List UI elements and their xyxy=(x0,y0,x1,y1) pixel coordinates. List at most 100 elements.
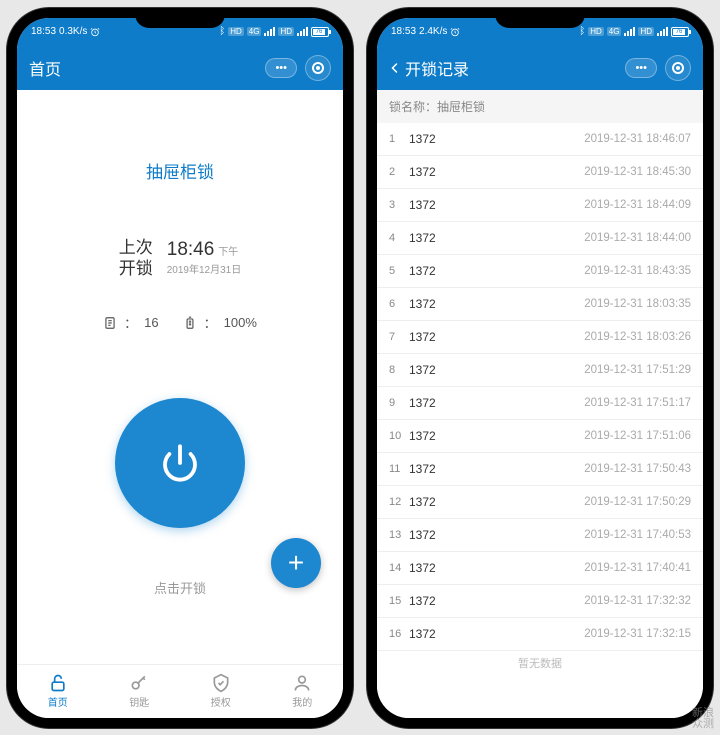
tab-home[interactable]: 首页 xyxy=(17,665,99,718)
record-id: 1372 xyxy=(409,396,584,410)
record-id: 1372 xyxy=(409,264,584,278)
record-id: 1372 xyxy=(409,462,584,476)
phone-left: 18:53 0.3K/s ᛒ HD 4G HD 76 首页 ••• 抽屉柜锁 xyxy=(7,8,353,728)
record-index: 8 xyxy=(389,364,409,376)
record-id: 1372 xyxy=(409,231,584,245)
tab-auth[interactable]: 授权 xyxy=(180,665,262,718)
record-index: 2 xyxy=(389,166,409,178)
record-row[interactable]: 913722019-12-31 17:51:17 xyxy=(377,387,703,420)
power-icon xyxy=(160,443,200,483)
record-time: 2019-12-31 18:44:09 xyxy=(584,199,691,211)
tab-profile[interactable]: 我的 xyxy=(262,665,344,718)
record-index: 16 xyxy=(389,628,409,640)
record-row[interactable]: 1013722019-12-31 17:51:06 xyxy=(377,420,703,453)
stat-records: ：16 xyxy=(103,313,158,332)
record-row[interactable]: 413722019-12-31 18:44:00 xyxy=(377,222,703,255)
bluetooth-icon: ᛒ xyxy=(579,26,585,37)
screen: 18:53 0.3K/s ᛒ HD 4G HD 76 首页 ••• 抽屉柜锁 xyxy=(17,18,343,718)
record-index: 14 xyxy=(389,562,409,574)
record-index: 1 xyxy=(389,133,409,145)
battery-icon: 76 xyxy=(311,27,329,37)
record-row[interactable]: 213722019-12-31 18:45:30 xyxy=(377,156,703,189)
record-row[interactable]: 713722019-12-31 18:03:26 xyxy=(377,321,703,354)
record-time: 2019-12-31 17:32:32 xyxy=(584,595,691,607)
lock-name[interactable]: 抽屉柜锁 xyxy=(17,158,343,183)
record-row[interactable]: 1113722019-12-31 17:50:43 xyxy=(377,453,703,486)
record-time: 2019-12-31 18:44:00 xyxy=(584,232,691,244)
tab-keys[interactable]: 钥匙 xyxy=(99,665,181,718)
hd-badge: HD xyxy=(228,27,244,36)
record-row[interactable]: 513722019-12-31 18:43:35 xyxy=(377,255,703,288)
home-content: 抽屉柜锁 上次 开锁 18:46下午 2019年12月31日 ：16 xyxy=(17,90,343,664)
record-id: 1372 xyxy=(409,297,584,311)
hd-badge: HD xyxy=(588,27,604,36)
record-id: 1372 xyxy=(409,561,584,575)
battery-icon xyxy=(183,315,197,331)
record-index: 12 xyxy=(389,496,409,508)
list-icon xyxy=(103,315,117,331)
stats-row: ：16 ：100% xyxy=(17,313,343,332)
last-unlock-time: 18:46下午 2019年12月31日 xyxy=(167,239,242,276)
status-time: 18:53 xyxy=(391,26,416,37)
record-time: 2019-12-31 18:03:35 xyxy=(584,298,691,310)
user-icon xyxy=(292,673,312,693)
target-button[interactable] xyxy=(665,55,691,81)
record-time: 2019-12-31 18:46:07 xyxy=(584,133,691,145)
header: 开锁记录 ••• xyxy=(377,46,703,90)
record-time: 2019-12-31 17:50:43 xyxy=(584,463,691,475)
phone-right: 18:53 2.4K/s ᛒ HD 4G HD 76 开锁记录 ••• xyxy=(367,8,713,728)
record-row[interactable]: 1413722019-12-31 17:40:41 xyxy=(377,552,703,585)
record-row[interactable]: 313722019-12-31 18:44:09 xyxy=(377,189,703,222)
record-id: 1372 xyxy=(409,330,584,344)
screen: 18:53 2.4K/s ᛒ HD 4G HD 76 开锁记录 ••• xyxy=(377,18,703,718)
hd-badge-2: HD xyxy=(638,27,654,36)
record-index: 4 xyxy=(389,232,409,244)
stat-battery: ：100% xyxy=(183,313,257,332)
record-row[interactable]: 1313722019-12-31 17:40:53 xyxy=(377,519,703,552)
record-index: 5 xyxy=(389,265,409,277)
status-speed: 0.3K/s xyxy=(59,26,87,37)
last-unlock-label: 上次 开锁 xyxy=(119,237,153,280)
key-icon xyxy=(129,673,149,693)
add-button[interactable]: + xyxy=(271,538,321,588)
record-row[interactable]: 813722019-12-31 17:51:29 xyxy=(377,354,703,387)
more-menu-button[interactable]: ••• xyxy=(625,58,657,78)
notch xyxy=(135,8,225,28)
back-button[interactable] xyxy=(389,59,401,77)
watermark: 新浪 众测 xyxy=(692,708,714,731)
record-row[interactable]: 613722019-12-31 18:03:35 xyxy=(377,288,703,321)
record-id: 1372 xyxy=(409,198,584,212)
record-time: 2019-12-31 17:32:15 xyxy=(584,628,691,640)
more-menu-button[interactable]: ••• xyxy=(265,58,297,78)
alarm-icon xyxy=(450,27,460,37)
record-index: 13 xyxy=(389,529,409,541)
record-index: 9 xyxy=(389,397,409,409)
record-id: 1372 xyxy=(409,429,584,443)
record-time: 2019-12-31 17:40:41 xyxy=(584,562,691,574)
tab-bar: 首页 钥匙 授权 我的 xyxy=(17,664,343,718)
records-list[interactable]: 113722019-12-31 18:46:07213722019-12-31 … xyxy=(377,123,703,651)
signal-icon xyxy=(264,27,275,36)
record-time: 2019-12-31 17:51:06 xyxy=(584,430,691,442)
page-title: 首页 xyxy=(29,56,61,80)
record-row[interactable]: 1613722019-12-31 17:32:15 xyxy=(377,618,703,651)
record-row[interactable]: 1513722019-12-31 17:32:32 xyxy=(377,585,703,618)
record-id: 1372 xyxy=(409,528,584,542)
record-id: 1372 xyxy=(409,495,584,509)
record-index: 15 xyxy=(389,595,409,607)
signal-icon-2 xyxy=(657,27,668,36)
target-button[interactable] xyxy=(305,55,331,81)
record-id: 1372 xyxy=(409,165,584,179)
notch xyxy=(495,8,585,28)
records-content: 锁名称：抽屉柜锁 113722019-12-31 18:46:072137220… xyxy=(377,90,703,718)
record-time: 2019-12-31 17:51:29 xyxy=(584,364,691,376)
record-time: 2019-12-31 17:40:53 xyxy=(584,529,691,541)
plus-icon: + xyxy=(288,547,304,579)
4g-badge: 4G xyxy=(247,27,262,36)
unlock-button[interactable] xyxy=(115,398,245,528)
record-row[interactable]: 113722019-12-31 18:46:07 xyxy=(377,123,703,156)
page-title: 开锁记录 xyxy=(405,56,469,80)
header: 首页 ••• xyxy=(17,46,343,90)
signal-icon-2 xyxy=(297,27,308,36)
record-row[interactable]: 1213722019-12-31 17:50:29 xyxy=(377,486,703,519)
